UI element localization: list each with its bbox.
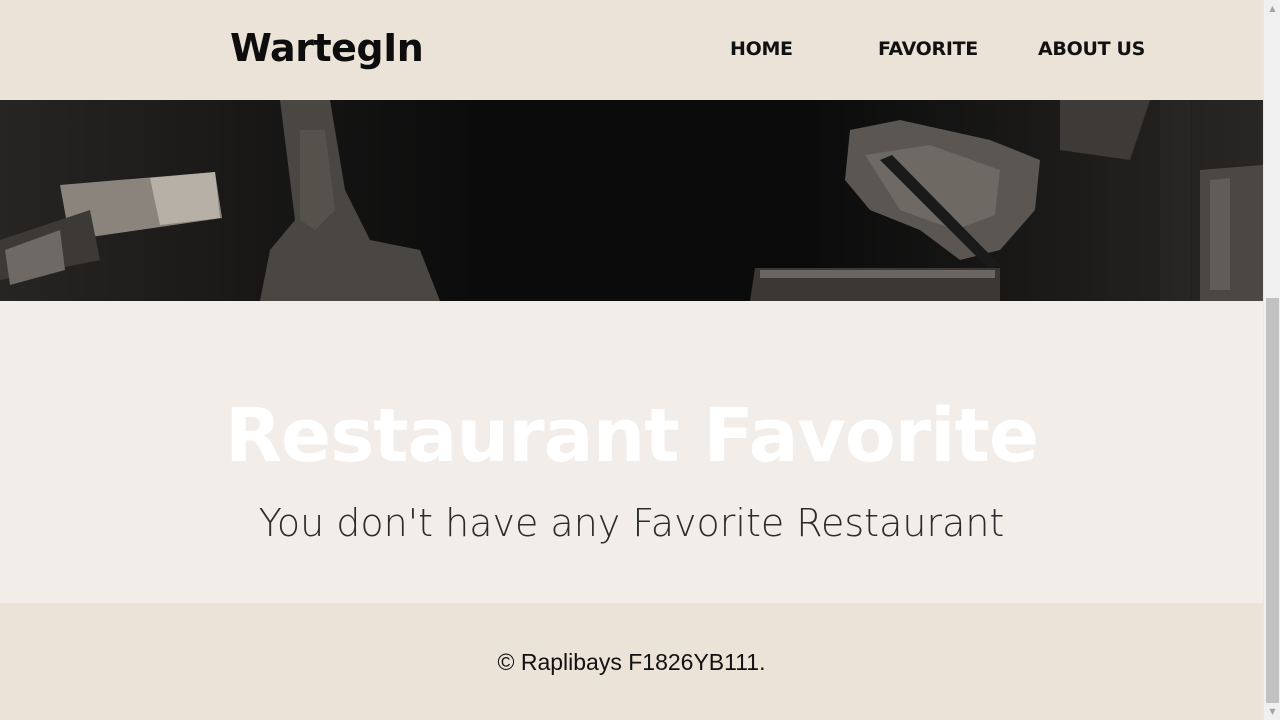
nav-home[interactable]: HOME — [730, 38, 793, 60]
copyright-text: © Raplibays F1826YB111. — [497, 649, 766, 675]
empty-favorites-message: You don't have any Favorite Restaurant — [258, 501, 1005, 545]
favorites-section: Restaurant Favorite You don't have any F… — [0, 301, 1263, 603]
vertical-scrollbar[interactable]: ▲ ▼ — [1263, 0, 1280, 720]
scroll-up-arrow-icon[interactable]: ▲ — [1264, 0, 1280, 17]
scrollbar-thumb[interactable] — [1266, 298, 1279, 703]
hero-image — [0, 100, 1263, 301]
page-title: Restaurant Favorite — [224, 393, 1039, 479]
page: WartegIn HOME FAVORITE ABOUT US Restaura… — [0, 0, 1263, 720]
site-header: WartegIn HOME FAVORITE ABOUT US — [0, 0, 1263, 100]
scroll-down-arrow-icon[interactable]: ▼ — [1264, 703, 1280, 720]
site-footer: © Raplibays F1826YB111. — [0, 603, 1263, 720]
nav-about-us[interactable]: ABOUT US — [1038, 38, 1145, 60]
brand-logo[interactable]: WartegIn — [230, 26, 424, 70]
nav-favorite[interactable]: FAVORITE — [878, 38, 978, 60]
hero-photo — [0, 100, 1263, 301]
